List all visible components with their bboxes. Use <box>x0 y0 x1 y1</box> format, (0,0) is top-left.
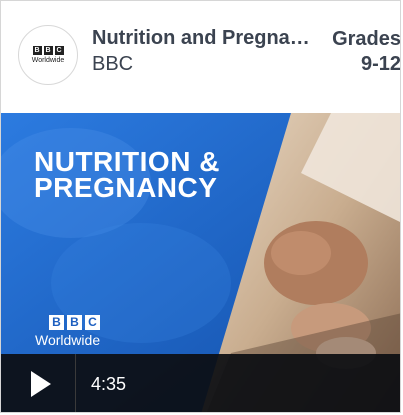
video-thumbnail[interactable]: NUTRITION & PREGNANCY B B C Worldwide 4:… <box>1 113 400 412</box>
bbc-logo-icon: B B C <box>32 46 64 55</box>
card-header: B B C Worldwide Nutrition and Pregnancy … <box>1 1 401 113</box>
thumbnail-title: NUTRITION & PREGNANCY <box>34 146 220 203</box>
brand-subtext: Worldwide <box>35 332 101 348</box>
grades-range: 9-12 <box>360 53 401 75</box>
thumbnail-brand: B B C Worldwide <box>35 315 100 348</box>
grades-label: Grades <box>332 28 401 50</box>
bbc-brand-icon: B B C <box>49 315 100 330</box>
logo-subtext: Worldwide <box>31 57 65 64</box>
video-title[interactable]: Nutrition and Pregnancy <box>92 27 314 50</box>
play-icon <box>31 371 51 397</box>
grade-level: Grades 9-12 <box>321 27 401 77</box>
play-button[interactable] <box>1 354 76 412</box>
video-duration: 4:35 <box>91 374 127 394</box>
video-card[interactable]: B B C Worldwide Nutrition and Pregnancy … <box>0 0 401 413</box>
publisher-logo: B B C Worldwide <box>18 25 78 85</box>
publisher-name: BBC <box>92 53 134 75</box>
video-controls: 4:35 <box>1 354 400 412</box>
